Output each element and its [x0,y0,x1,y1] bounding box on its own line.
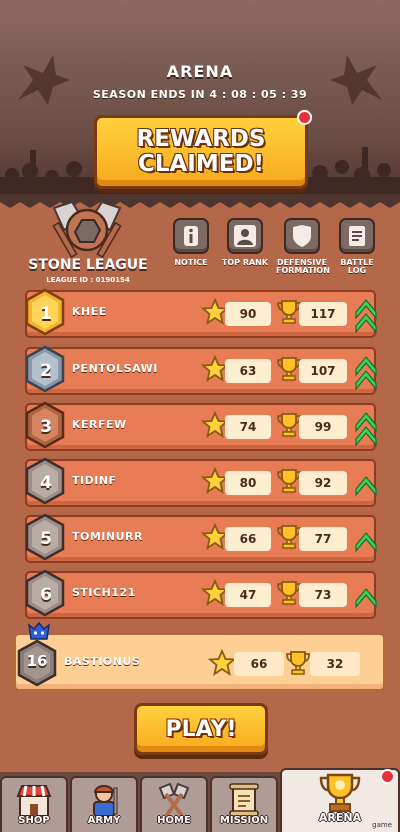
rewards-notification-dot [297,110,312,125]
rank-up-chevron-icon [355,356,377,391]
stars-value: 47 [225,583,271,607]
person-icon [227,218,263,254]
home-axes-icon [158,782,190,818]
current-player-row[interactable]: 16 BASTIONUS 66 32 [14,621,385,691]
league-name: STONE LEAGUE [28,257,148,273]
player-stars: 66 [234,652,284,676]
tab-army-label: ARMY [87,815,121,826]
shield-icon [284,218,320,254]
arena-notification-dot [380,769,395,784]
season-timer: SEASON ENDS IN 4 : 08 : 05 : 39 [92,88,308,101]
leaderboard-row[interactable]: 6 STICH121 47 73 [25,569,377,619]
mission-scroll-icon [229,783,259,817]
leaderboard-row[interactable]: 2 PENTOLSAWI 63 107 [25,345,377,395]
stars-value: 90 [225,302,271,326]
trophies-value: 73 [299,583,347,607]
leaderboard-row[interactable]: 1 KHEE 90 117 [25,288,377,338]
stars-value: 80 [225,471,271,495]
top-rank-button[interactable]: TOP RANK [219,218,271,267]
trophies-value: 99 [299,415,347,439]
tab-home-label: HOME [157,815,191,826]
player-name: STICH121 [72,586,136,599]
player-name: KERFEW [72,418,127,431]
defensive-formation-button[interactable]: DEFENSIVE FORMATION [276,218,330,275]
battle-log-button[interactable]: BATTLE LOG [331,218,383,275]
rank-up-chevron-icon [355,532,377,553]
player-name: TIDINF [72,474,117,487]
top-rank-label: TOP RANK [221,258,269,267]
page-title: ARENA [166,62,234,81]
rank-up-chevron-icon [355,588,377,609]
rank-number: 3 [40,417,52,437]
battle-log-label: BATTLE LOG [340,258,374,275]
player-name: KHEE [72,305,107,318]
rank-number: 5 [40,529,52,549]
tab-home[interactable]: HOME [140,776,208,832]
defensive-formation-label: DEFENSIVE FORMATION [276,258,330,275]
stone-league-icon [52,200,122,259]
rank-number: 6 [40,585,52,605]
stars-value: 63 [225,359,271,383]
rank-up-chevron-icon [355,476,377,497]
notice-label: NOTICE [174,258,208,267]
rank-number: 1 [40,304,52,324]
tab-army[interactable]: ARMY [70,776,138,832]
trophies-value: 92 [299,471,347,495]
player-name: BASTIONUS [64,655,141,668]
player-rank: 16 [26,652,48,670]
arena-trophy-icon [319,773,361,812]
army-icon [93,785,118,817]
trophies-value: 117 [299,302,347,326]
player-name: TOMINURR [72,530,143,543]
tab-mission-label: MISSION [219,815,269,826]
trophies-value: 77 [299,527,347,551]
info-icon [173,218,209,254]
rewards-claimed-button[interactable]: REWARDS CLAIMED! [94,115,308,189]
tab-shop[interactable]: SHOP [0,776,68,832]
leaderboard-row[interactable]: 5 TOMINURR 66 77 [25,513,377,563]
trophy-icon [286,651,310,675]
trophies-value: 107 [299,359,347,383]
league-id: LEAGUE ID : 0190154 [46,276,130,284]
rank-up-chevron-icon [355,412,377,447]
scroll-icon [339,218,375,254]
stars-value: 74 [225,415,271,439]
rank-up-chevron-icon [355,299,377,334]
rank-number: 4 [40,473,52,493]
player-name: PENTOLSAWI [72,362,158,375]
leaderboard-row[interactable]: 4 TIDINF 80 92 [25,457,377,507]
shop-icon [16,785,52,817]
notice-button[interactable]: NOTICE [165,218,217,267]
stars-value: 66 [225,527,271,551]
tab-mission[interactable]: MISSION [210,776,278,832]
leaderboard-row[interactable]: 3 KERFEW 74 99 [25,401,377,451]
bottom-nav: SHOP ARMY HOME MISSION ARENA game [0,768,400,832]
tab-shop-label: SHOP [18,815,50,826]
play-button[interactable]: PLAY! [134,703,268,755]
watermark: game [372,821,392,829]
star-icon [208,649,236,676]
rank-number: 2 [40,361,52,381]
player-trophies: 32 [310,652,360,676]
